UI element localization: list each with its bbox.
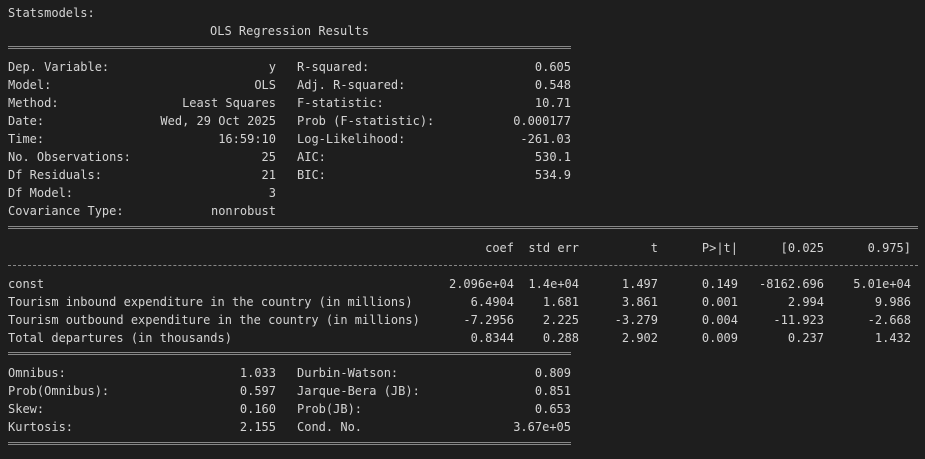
table-cell: 5.01e+04	[853, 277, 911, 291]
table-cell: 1.432	[874, 331, 911, 345]
separator-bottom-top	[8, 352, 571, 355]
diagnostic-value: 0.653	[534, 402, 571, 416]
table-cell: 6.4904	[470, 295, 514, 309]
summary-label: F-statistic:	[297, 96, 384, 110]
diagnostic-value: 3.67e+05	[513, 420, 571, 434]
summary-value: 0.000177	[513, 114, 571, 128]
table-row-label: Tourism outbound expenditure in the coun…	[8, 313, 420, 327]
table-cell: 2.994	[787, 295, 824, 309]
summary-value: Least Squares	[182, 96, 276, 110]
summary-value: 25	[261, 150, 276, 164]
coef-column-header: coef	[485, 241, 514, 255]
table-cell: -8162.696	[758, 277, 824, 291]
summary-value: 0.548	[534, 78, 571, 92]
summary-label: Df Residuals:	[8, 168, 102, 182]
summary-label: AIC:	[297, 150, 326, 164]
summary-value: nonrobust	[210, 204, 276, 218]
table-cell: -11.923	[773, 313, 824, 327]
table-cell: -7.2956	[463, 313, 514, 327]
diagnostic-label: Omnibus:	[8, 366, 66, 380]
summary-label: No. Observations:	[8, 150, 131, 164]
summary-value: 10.71	[534, 96, 571, 110]
diagnostic-value: 0.809	[534, 366, 571, 380]
table-cell: 9.986	[874, 295, 911, 309]
diagnostic-value: 2.155	[239, 420, 276, 434]
summary-label: R-squared:	[297, 60, 370, 74]
diagnostic-value: 1.033	[239, 366, 276, 380]
table-cell: 1.681	[542, 295, 579, 309]
summary-value: 530.1	[534, 150, 571, 164]
diagnostic-label: Cond. No.	[297, 420, 363, 434]
diagnostic-label: Durbin-Watson:	[297, 366, 399, 380]
coef-column-header: P>|t|	[701, 241, 738, 255]
table-cell: 0.288	[542, 331, 579, 345]
separator-bottom-end	[8, 442, 571, 445]
coef-column-header: 0.975]	[867, 241, 911, 255]
notebook-output: { "header": "Statsmodels:", "title": "OL…	[0, 0, 925, 459]
results-title: OLS Regression Results	[210, 24, 369, 38]
diagnostic-label: Jarque-Bera (JB):	[297, 384, 420, 398]
summary-label: Covariance Type:	[8, 204, 124, 218]
summary-value: -261.03	[520, 132, 571, 146]
summary-value: 3	[268, 186, 276, 200]
table-row-label: Tourism inbound expenditure in the count…	[8, 295, 413, 309]
table-cell: 0.001	[701, 295, 738, 309]
summary-value: 16:59:10	[218, 132, 276, 146]
diagnostic-label: Prob(JB):	[297, 402, 363, 416]
diagnostic-label: Skew:	[8, 402, 45, 416]
table-cell: 2.096e+04	[448, 277, 514, 291]
table-cell: 0.004	[701, 313, 738, 327]
summary-value: Wed, 29 Oct 2025	[160, 114, 276, 128]
coef-column-header: t	[650, 241, 658, 255]
table-cell: 2.902	[621, 331, 658, 345]
summary-label: Method:	[8, 96, 59, 110]
table-cell: 3.861	[621, 295, 658, 309]
diagnostic-label: Prob(Omnibus):	[8, 384, 110, 398]
table-cell: -3.279	[614, 313, 658, 327]
diagnostic-label: Kurtosis:	[8, 420, 74, 434]
diagnostic-value: 0.597	[239, 384, 276, 398]
coef-column-header: [0.025	[780, 241, 824, 255]
summary-label: Dep. Variable:	[8, 60, 110, 74]
table-cell: 0.009	[701, 331, 738, 345]
summary-label: Adj. R-squared:	[297, 78, 406, 92]
table-row-label: const	[8, 277, 45, 291]
diagnostic-value: 0.851	[534, 384, 571, 398]
summary-label: Time:	[8, 132, 45, 146]
summary-label: BIC:	[297, 168, 326, 182]
table-cell: 0.149	[701, 277, 738, 291]
summary-value: 21	[261, 168, 276, 182]
table-cell: -2.668	[867, 313, 911, 327]
table-row-label: Total departures (in thousands)	[8, 331, 232, 345]
summary-label: Model:	[8, 78, 52, 92]
table-cell: 1.4e+04	[528, 277, 579, 291]
output-header: Statsmodels:	[8, 6, 95, 20]
table-cell: 1.497	[621, 277, 658, 291]
summary-label: Date:	[8, 114, 45, 128]
separator-coef-header	[8, 265, 918, 266]
separator-top	[8, 46, 571, 49]
summary-value: OLS	[254, 78, 276, 92]
summary-label: Prob (F-statistic):	[297, 114, 435, 128]
summary-label: Df Model:	[8, 186, 74, 200]
table-cell: 2.225	[542, 313, 579, 327]
summary-value: y	[268, 60, 276, 74]
table-cell: 0.8344	[470, 331, 514, 345]
coef-column-header: std err	[528, 241, 579, 255]
diagnostic-value: 0.160	[239, 402, 276, 416]
table-cell: 0.237	[787, 331, 824, 345]
summary-value: 534.9	[534, 168, 571, 182]
summary-value: 0.605	[534, 60, 571, 74]
separator-coef-top	[8, 226, 918, 229]
summary-label: Log-Likelihood:	[297, 132, 406, 146]
